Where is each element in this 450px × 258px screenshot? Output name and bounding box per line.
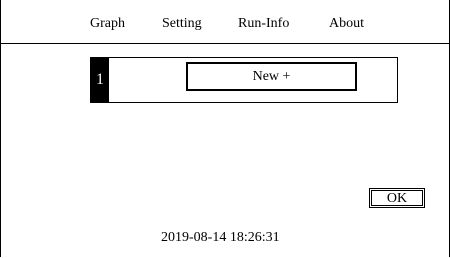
menu-item-graph[interactable]: Graph (90, 16, 125, 32)
menu-item-about[interactable]: About (329, 16, 364, 32)
entry-row: 1 New + (90, 57, 398, 103)
status-datetime: 2019-08-14 18:26:31 (161, 230, 280, 245)
menu-item-setting[interactable]: Setting (162, 16, 202, 32)
new-button[interactable]: New + (186, 62, 357, 91)
entry-index-badge: 1 (91, 58, 109, 102)
ok-button-label: OK (371, 190, 423, 206)
ok-button[interactable]: OK (369, 188, 425, 208)
menu-bar: Graph Setting Run-Info About (0, 0, 450, 44)
menu-item-run-info[interactable]: Run-Info (238, 16, 289, 32)
